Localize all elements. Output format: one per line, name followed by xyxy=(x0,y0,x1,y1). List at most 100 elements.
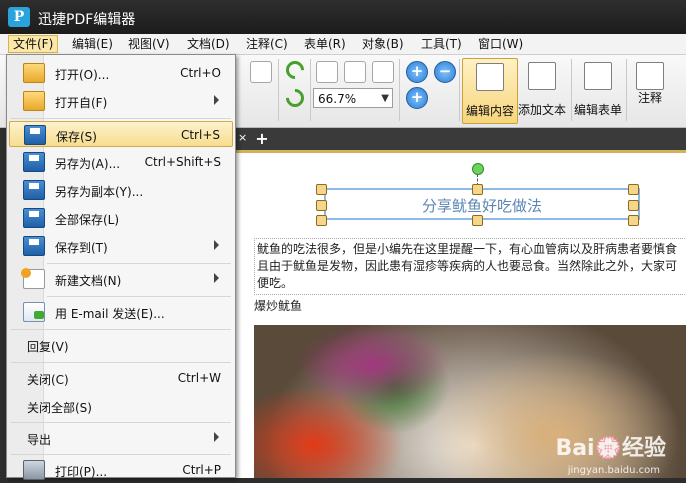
menu-item-label: 保存到(T) xyxy=(55,241,108,255)
submenu-arrow-icon xyxy=(214,273,219,283)
zoom-select[interactable]: 66.7% ▼ xyxy=(313,88,393,108)
save-as-icon xyxy=(23,152,45,172)
menu-separator xyxy=(11,422,231,423)
menu-item-label: 导出 xyxy=(27,433,52,447)
zoom-out-icon[interactable]: − xyxy=(434,61,456,83)
rotate-clockwise-icon[interactable] xyxy=(282,57,308,83)
annotate-button[interactable]: 注释 xyxy=(630,58,670,122)
menu-item-shortcut: Ctrl+O xyxy=(180,66,221,80)
menu-item-save-copy[interactable]: 另存为副本(Y)... xyxy=(9,177,233,203)
new-document-icon xyxy=(21,268,45,289)
menu-item-shortcut: Ctrl+P xyxy=(182,463,221,477)
menu-item-label: 回复(V) xyxy=(27,340,69,354)
toolbar-separator xyxy=(310,59,311,121)
file-menu: 打开(O)... Ctrl+O 打开自(F) 保存(S) Ctrl+S 另存为(… xyxy=(6,54,236,480)
resize-handle-top-left[interactable] xyxy=(316,184,327,195)
menu-item-save-to[interactable]: 保存到(T) xyxy=(9,233,233,259)
edit-form-icon xyxy=(584,62,612,90)
menu-item-label: 打开自(F) xyxy=(55,96,108,110)
edit-content-label: 编辑内容 xyxy=(465,104,514,118)
menu-item-label: 打开(O)... xyxy=(55,68,110,82)
app-logo-icon: P xyxy=(8,7,30,27)
resize-handle-top-right[interactable] xyxy=(628,184,639,195)
edit-content-icon xyxy=(476,63,504,91)
menu-window[interactable]: 窗口(W) xyxy=(474,36,527,52)
menu-comment[interactable]: 注释(C) xyxy=(242,36,292,52)
menu-form[interactable]: 表单(R) xyxy=(300,36,350,52)
add-text-button[interactable]: 添加文本 xyxy=(516,58,568,122)
save-all-icon xyxy=(23,208,45,228)
menu-item-close-all[interactable]: 关闭全部(S) xyxy=(9,393,233,419)
add-tab-icon[interactable]: + xyxy=(254,131,270,147)
menu-item-label: 用 E-mail 发送(E)... xyxy=(55,307,165,321)
resize-handle-bottom-right[interactable] xyxy=(628,215,639,226)
menu-item-label: 保存(S) xyxy=(56,130,97,144)
menu-item-print[interactable]: 打印(P)... Ctrl+P xyxy=(9,457,233,483)
zoom-marquee-icon[interactable]: + xyxy=(406,61,428,83)
submenu-arrow-icon xyxy=(214,95,219,105)
menu-separator xyxy=(11,454,231,455)
menu-item-label: 另存为(A)... xyxy=(55,157,121,171)
resize-handle-bottom[interactable] xyxy=(472,215,483,226)
fit-page-icon[interactable] xyxy=(344,61,366,83)
document-canvas[interactable]: 分享鱿鱼好吃做法 鱿鱼的吃法很多，但是小编先在这里提醒一下，有心血管病以及肝病患… xyxy=(236,153,686,478)
resize-handle-bottom-left[interactable] xyxy=(316,215,327,226)
close-tab-icon[interactable]: × xyxy=(238,131,247,144)
select-text-icon[interactable] xyxy=(250,61,272,83)
document-paragraph[interactable]: 鱿鱼的吃法很多，但是小编先在这里提醒一下，有心血管病以及肝病患者要慎食 且由于鱿… xyxy=(254,238,686,295)
document-tab-strip: × + xyxy=(236,128,686,153)
zoom-in-icon[interactable]: + xyxy=(406,87,428,109)
menu-item-save-as[interactable]: 另存为(A)... Ctrl+Shift+S xyxy=(9,149,233,175)
toolbar-separator xyxy=(459,59,460,121)
menu-item-send-email[interactable]: 用 E-mail 发送(E)... xyxy=(9,299,233,325)
menu-item-label: 关闭(C) xyxy=(27,373,69,387)
fit-width-icon[interactable] xyxy=(372,61,394,83)
menu-file[interactable]: 文件(F) xyxy=(8,35,59,53)
menu-item-open[interactable]: 打开(O)... Ctrl+O xyxy=(9,60,233,86)
menu-separator xyxy=(11,118,231,119)
food-photo: Bai💮经验 jingyan.baidu.com xyxy=(254,325,686,478)
menu-separator xyxy=(47,296,231,297)
annotate-label: 注释 xyxy=(637,91,662,105)
chevron-down-icon: ▼ xyxy=(381,93,389,104)
resize-handle-right[interactable] xyxy=(628,200,639,211)
resize-handle-left[interactable] xyxy=(316,200,327,211)
menu-item-save-all[interactable]: 全部保存(L) xyxy=(9,205,233,231)
toolbar-separator xyxy=(278,59,279,121)
menu-item-save[interactable]: 保存(S) Ctrl+S xyxy=(9,121,233,147)
menu-item-export[interactable]: 导出 xyxy=(9,425,233,451)
toolbar-separator xyxy=(571,59,572,121)
actual-size-icon[interactable] xyxy=(316,61,338,83)
menu-document[interactable]: 文档(D) xyxy=(183,36,234,52)
menu-view[interactable]: 视图(V) xyxy=(124,36,174,52)
rotate-counterclockwise-icon[interactable] xyxy=(282,85,308,111)
menu-separator xyxy=(11,329,231,330)
menu-item-label: 打印(P)... xyxy=(55,465,108,479)
edit-content-button[interactable]: 编辑内容 xyxy=(462,58,518,124)
edit-form-label: 编辑表单 xyxy=(573,103,622,117)
rotate-handle[interactable] xyxy=(472,163,484,175)
save-to-icon xyxy=(23,236,45,256)
menu-item-revert[interactable]: 回复(V) xyxy=(9,332,233,358)
menu-object[interactable]: 对象(B) xyxy=(358,36,408,52)
menu-item-new-document[interactable]: 新建文档(N) xyxy=(9,266,233,292)
add-text-icon xyxy=(528,62,556,90)
edit-form-button[interactable]: 编辑表单 xyxy=(573,58,623,122)
resize-handle-top[interactable] xyxy=(472,184,483,195)
menu-edit[interactable]: 编辑(E) xyxy=(68,36,117,52)
menu-separator xyxy=(11,362,231,363)
document-title[interactable]: 分享鱿鱼好吃做法 xyxy=(326,195,638,216)
menu-item-open-from[interactable]: 打开自(F) xyxy=(9,88,233,114)
menu-item-shortcut: Ctrl+W xyxy=(177,371,221,385)
menu-tools[interactable]: 工具(T) xyxy=(417,36,466,52)
menu-item-label: 全部保存(L) xyxy=(55,213,120,227)
folder-icon xyxy=(23,63,45,83)
menu-item-label: 关闭全部(S) xyxy=(27,401,92,415)
email-icon xyxy=(23,302,45,322)
menu-item-shortcut: Ctrl+S xyxy=(180,128,220,142)
menu-item-close[interactable]: 关闭(C) Ctrl+W xyxy=(9,365,233,391)
document-subheading[interactable]: 爆炒鱿鱼 xyxy=(254,297,302,314)
toolbar-separator xyxy=(399,59,400,121)
submenu-arrow-icon xyxy=(214,240,219,250)
menu-bar: 文件(F) 编辑(E) 视图(V) 文档(D) 注释(C) 表单(R) 对象(B… xyxy=(0,34,686,55)
